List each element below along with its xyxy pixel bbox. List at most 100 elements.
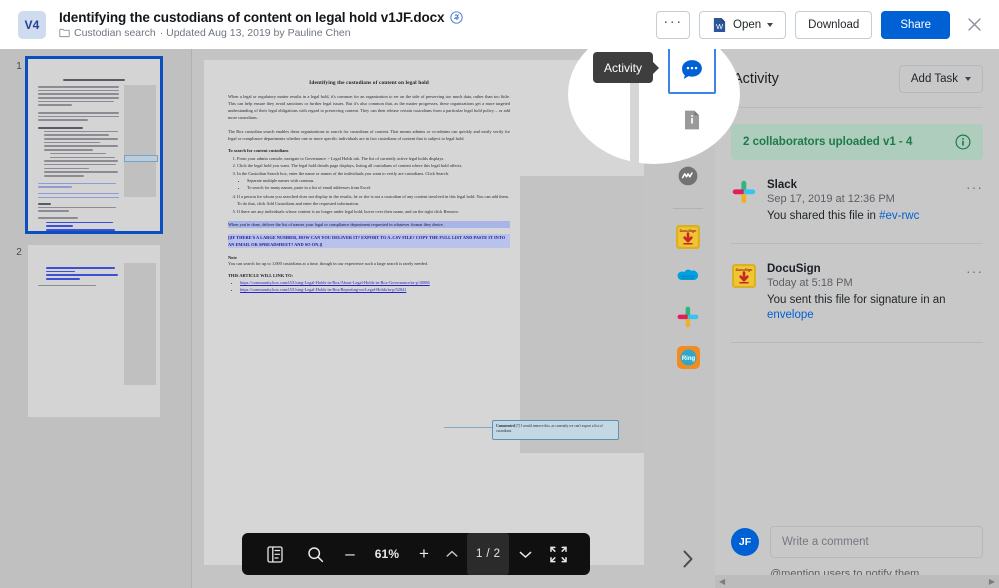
document-paragraph-1: When a legal or regulatory matter result… — [228, 94, 510, 121]
docusign-icon: DocuSign — [676, 225, 700, 249]
activity-more-button[interactable]: ··· — [966, 180, 983, 194]
thumbnail-page-1[interactable] — [25, 56, 163, 234]
activity-feed[interactable]: 2 collaborators uploaded v1 - 4 Slack Se… — [715, 108, 999, 512]
document-substep: To search for many names, paste in a lis… — [247, 185, 510, 192]
thumbnail-item-2[interactable]: 2 — [0, 245, 191, 417]
svg-text:W: W — [716, 22, 724, 31]
tooltip-arrow — [653, 62, 660, 74]
page-indicator[interactable]: 1 / 2 — [467, 533, 510, 575]
upload-banner[interactable]: 2 collaborators uploaded v1 - 4 — [731, 124, 983, 160]
search-document-button[interactable] — [295, 533, 335, 575]
close-icon — [967, 18, 981, 31]
activity-tooltip: Activity — [593, 52, 660, 83]
salesforce-cloud-icon — [677, 269, 699, 281]
horizontal-scrollbar[interactable]: ◀ ▶ — [715, 575, 999, 588]
add-task-label: Add Task — [910, 73, 958, 85]
header-subtitle: Custodian search · Updated Aug 13, 2019 … — [59, 27, 656, 39]
fullscreen-icon — [550, 546, 567, 562]
document-steps-list: From your admin console, navigate to Gov… — [237, 155, 510, 215]
previous-page-button[interactable] — [439, 533, 465, 575]
share-button[interactable]: Share — [881, 10, 950, 39]
sidepanel-header: Activity Add Task — [715, 49, 999, 107]
sidebar-app-docusign[interactable]: DocuSign — [665, 217, 711, 257]
next-page-button[interactable] — [511, 533, 539, 575]
info-circle-icon[interactable] — [955, 134, 971, 150]
page-title: Identifying the custodians of content on… — [59, 10, 445, 25]
search-icon — [307, 546, 323, 562]
chevron-down-icon — [767, 22, 774, 27]
scroll-left-arrow[interactable]: ◀ — [719, 577, 725, 586]
comment-input[interactable] — [770, 526, 983, 558]
folder-name[interactable]: Custodian search — [74, 27, 156, 39]
spotlight-details-tab[interactable] — [668, 98, 716, 142]
shared-link-icon[interactable] — [450, 11, 464, 24]
document-link[interactable]: https://community.box.com/t5/Using-Legal… — [240, 280, 430, 285]
add-task-button[interactable]: Add Task — [898, 65, 983, 93]
document-caps-note: [[IF THERE'S A LARGE NUMBER, HOW CAN YOU… — [228, 233, 510, 249]
ringcentral-icon: Ring — [676, 345, 700, 369]
zoom-in-button[interactable]: + — [409, 533, 439, 575]
page-margin-column — [520, 176, 644, 453]
activity-item-body: DocuSign Today at 5:18 PM You sent this … — [767, 263, 983, 324]
activity-item-body: Slack Sep 17, 2019 at 12:36 PM You share… — [767, 179, 983, 225]
sidebar-app-salesforce[interactable] — [665, 257, 711, 297]
collapse-sidebar-button[interactable] — [661, 550, 715, 568]
chevron-down-icon — [965, 77, 971, 81]
file-info-icon — [685, 110, 699, 130]
activity-timestamp: Today at 5:18 PM — [767, 276, 853, 289]
document-text: Identifying the custodians of content on… — [228, 80, 510, 295]
document-substep: Separate multiple names with commas. — [247, 178, 510, 185]
toggle-thumbnails-button[interactable] — [255, 533, 295, 575]
activity-message-link[interactable]: #ev-rwc — [879, 210, 919, 222]
slack-icon — [677, 306, 699, 328]
document-heading: Identifying the custodians of content on… — [309, 80, 429, 86]
more-options-button[interactable]: ··· — [656, 10, 691, 39]
sidebar-app-slack[interactable] — [665, 297, 711, 337]
scroll-right-arrow[interactable]: ▶ — [989, 577, 995, 586]
chat-bubble-icon — [682, 60, 702, 79]
open-button-label: Open — [733, 18, 762, 31]
comment-connector-line — [444, 427, 493, 428]
download-button[interactable]: Download — [795, 10, 873, 39]
thumbnails-icon — [267, 545, 283, 563]
document-link[interactable]: https://community.box.com/t5/Using-Legal… — [240, 287, 406, 292]
word-document-icon: W — [713, 17, 726, 32]
chevron-right-icon — [683, 550, 693, 568]
activity-timestamp: Sep 17, 2019 at 12:36 PM — [767, 193, 895, 205]
thumbnail-page-number: 1 — [16, 61, 22, 72]
document-links-list: https://community.box.com/t5/Using-Legal… — [240, 280, 510, 294]
zoom-out-button[interactable]: – — [335, 533, 365, 575]
thumbnail-sidebar[interactable]: 1 2 — [0, 49, 192, 588]
thumbnail-page-2[interactable] — [28, 245, 160, 417]
tooltip-label: Activity — [604, 60, 643, 75]
folder-icon — [59, 28, 70, 38]
document-note-body: You can search for up to 1,000 custodian… — [228, 261, 428, 267]
thumbnail-item-1[interactable]: 1 — [0, 56, 191, 234]
activity-app-name: Slack — [767, 179, 798, 191]
app-body: 1 2 Identifying the custodians of conten… — [0, 49, 999, 588]
document-step: From your admin console, navigate to Gov… — [237, 155, 510, 162]
rail-divider — [673, 208, 703, 209]
document-step: If a person for whom you searched does n… — [237, 193, 510, 207]
close-button[interactable] — [959, 10, 989, 40]
sidebar-app-ringcentral[interactable]: Ring — [665, 337, 711, 377]
comment-author: Commented — [496, 423, 515, 428]
fullscreen-button[interactable] — [539, 533, 577, 575]
document-step: If there are any individuals whose conte… — [237, 208, 510, 215]
document-comment-balloon[interactable]: Commented [7] I would remove this, as cu… — [492, 420, 619, 440]
activity-message-link[interactable]: envelope — [767, 309, 814, 321]
document-step: Click the legal hold you want. The legal… — [237, 162, 510, 169]
version-badge: V4 — [18, 10, 46, 39]
docusign-icon: DocuSign — [732, 263, 756, 288]
chevron-up-icon — [446, 550, 458, 557]
activity-message: You sent this file for signature in an e… — [767, 293, 961, 324]
activity-sidepanel: Activity Add Task 2 collaborators upload… — [715, 49, 999, 588]
activity-more-button[interactable]: ··· — [966, 264, 983, 278]
highlighted-activity-tab[interactable] — [668, 46, 716, 94]
open-button[interactable]: W Open — [699, 10, 787, 39]
header-text-block: Identifying the custodians of content on… — [59, 10, 656, 39]
document-substeps-list: Separate multiple names with commas. To … — [247, 178, 510, 192]
document-step: In the Custodian Search box, enter the n… — [237, 170, 510, 177]
avatar[interactable]: JF — [731, 528, 759, 556]
activity-app-name: DocuSign — [767, 262, 821, 275]
